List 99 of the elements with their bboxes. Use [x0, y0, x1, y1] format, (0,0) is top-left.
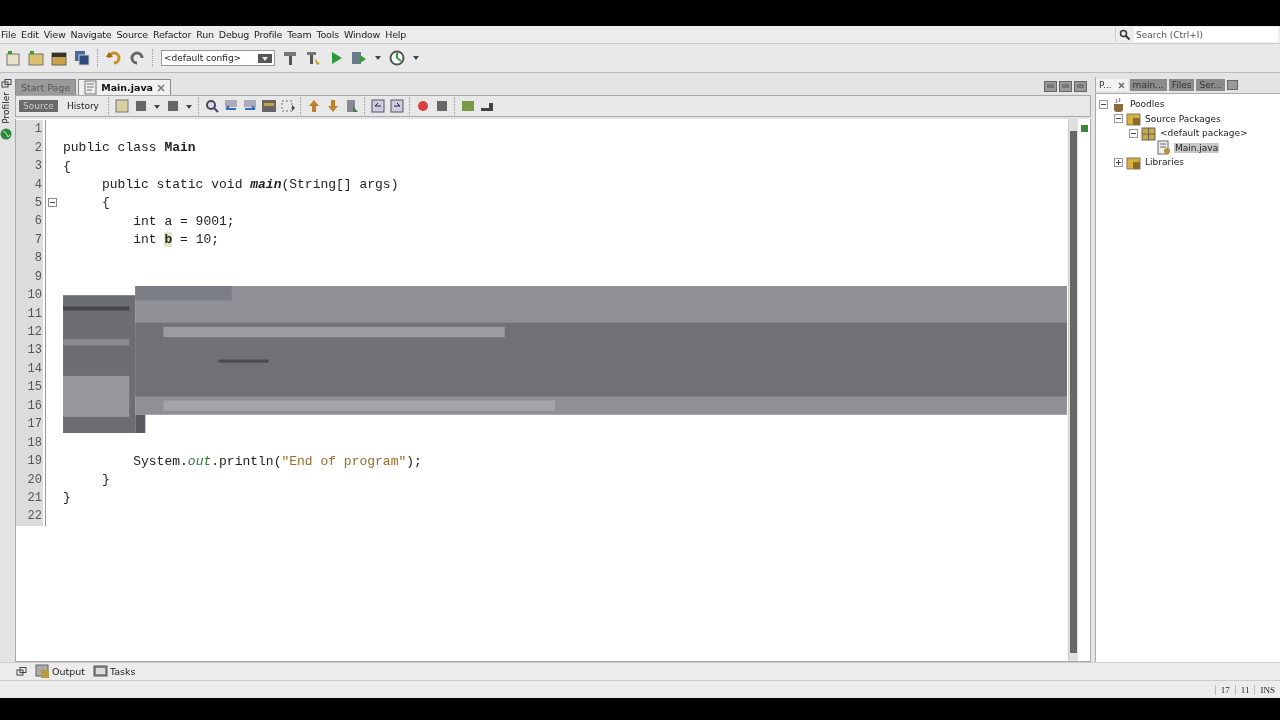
- collapse-icon[interactable]: [1129, 128, 1138, 138]
- collapse-icon[interactable]: [1114, 114, 1123, 124]
- menu-item[interactable]: Run: [196, 29, 214, 40]
- up-arrow-icon[interactable]: [306, 99, 321, 113]
- menu-item[interactable]: Source: [116, 29, 148, 40]
- panel-tab[interactable]: Ser...: [1196, 79, 1226, 91]
- shift-right-icon[interactable]: [389, 99, 404, 113]
- panel-tab[interactable]: P...: [1096, 79, 1128, 91]
- tree-item[interactable]: Source Packages: [1144, 113, 1222, 124]
- arrow-right-icon[interactable]: [242, 99, 257, 113]
- line-number: 13: [16, 341, 43, 360]
- panel-tab[interactable]: main...: [1129, 79, 1167, 91]
- line-number: 2: [16, 138, 43, 157]
- tree-item[interactable]: Libraries: [1144, 157, 1185, 168]
- code-editor[interactable]: 1 2 public class Main 3 { 4 public static void main(String[] args) 5 { 6 int a = 9001; 7 int b = 10; 8 9 10 11 12 13 14 15 16 17 18 19 System.out.println("End of program"); 20 } 21 } 22: [15, 119, 1091, 662]
- scrollbar[interactable]: [1068, 119, 1078, 661]
- editor-tab[interactable]: Main.java: [78, 79, 171, 95]
- menu-item[interactable]: File: [1, 29, 17, 40]
- rectangle-icon[interactable]: [280, 99, 295, 113]
- bottom-tab[interactable]: Tasks: [93, 664, 136, 679]
- java-file-icon: [1156, 140, 1171, 156]
- code-line: int b = 10;: [132, 232, 220, 248]
- square-icon[interactable]: [165, 99, 180, 113]
- menu-item[interactable]: Debug: [218, 29, 250, 40]
- folder-icon[interactable]: [51, 50, 67, 66]
- shift-left-icon[interactable]: [370, 99, 385, 113]
- search-icon[interactable]: [1119, 28, 1131, 41]
- tasks-icon: [93, 664, 108, 679]
- menu-item[interactable]: Edit: [21, 29, 39, 40]
- down-arrow-icon[interactable]: [325, 99, 340, 113]
- menu-item[interactable]: View: [43, 29, 66, 40]
- menu-item[interactable]: Help: [385, 29, 407, 40]
- close-icon[interactable]: [157, 83, 165, 92]
- record-icon[interactable]: [415, 99, 430, 113]
- clock-icon[interactable]: [389, 50, 405, 66]
- tree-item[interactable]: Main.java: [1174, 142, 1220, 153]
- broom-hammer-icon[interactable]: [305, 50, 321, 66]
- menu-item[interactable]: Tools: [316, 29, 339, 40]
- line-number: 6: [16, 212, 43, 231]
- line-number: 20: [16, 470, 43, 489]
- new-project-icon[interactable]: [28, 50, 44, 66]
- line-number: 11: [16, 304, 43, 323]
- close-icon[interactable]: [1117, 81, 1125, 89]
- folder-icon: [1126, 111, 1141, 127]
- collapse-icon[interactable]: [48, 198, 57, 208]
- config-dropdown[interactable]: <default config>: [161, 50, 275, 66]
- line-number: 18: [16, 433, 43, 452]
- code-line: {: [101, 195, 110, 211]
- line-number: 4: [16, 175, 43, 194]
- stop-icon[interactable]: [434, 99, 449, 113]
- package-icon: [1141, 125, 1156, 141]
- code-line: int a = 9001;: [132, 213, 235, 229]
- line-number: 8: [16, 249, 43, 268]
- view-tab[interactable]: Source: [19, 100, 58, 112]
- square-icon[interactable]: [133, 99, 148, 113]
- line-number: 1: [16, 120, 43, 139]
- folder-icon: [1126, 154, 1141, 170]
- panel-tab[interactable]: Files: [1168, 79, 1195, 91]
- status-ok-icon: [1080, 125, 1088, 132]
- search-field[interactable]: Search (Ctrl+I): [1134, 27, 1278, 42]
- tree-item[interactable]: Poodles: [1129, 99, 1166, 110]
- menu-item[interactable]: Refactor: [152, 29, 192, 40]
- view-tab[interactable]: History: [62, 100, 103, 112]
- save-icon[interactable]: [74, 50, 90, 66]
- tree-item[interactable]: <default package>: [1159, 128, 1249, 139]
- arrow-left-icon[interactable]: [223, 99, 238, 113]
- insert-mode-status: INS: [1254, 684, 1280, 695]
- code-line: }: [63, 490, 71, 506]
- menu-item[interactable]: Window: [343, 29, 381, 40]
- console-icon: [35, 664, 50, 679]
- globe-icon[interactable]: [0, 127, 12, 140]
- code-line: public class Main: [63, 140, 196, 156]
- menu-item[interactable]: Profile: [254, 29, 283, 40]
- menu-item[interactable]: Team: [287, 29, 312, 40]
- code-line: System.out.println("End of program");: [132, 453, 422, 469]
- side-tab[interactable]: Profiler: [1, 92, 11, 124]
- find-icon[interactable]: [204, 99, 219, 113]
- code-line: public static void main(String[] args): [101, 177, 399, 193]
- new-file-icon[interactable]: [5, 50, 21, 66]
- collapse-icon[interactable]: [1099, 99, 1108, 109]
- debug-icon[interactable]: [351, 50, 367, 66]
- hammer-icon[interactable]: [282, 50, 298, 66]
- line-number: 15: [16, 378, 43, 397]
- coffee-cup-icon: [1111, 96, 1126, 112]
- code-line: }: [101, 472, 110, 488]
- redo-icon[interactable]: [129, 50, 145, 66]
- restore-icon[interactable]: [0, 79, 12, 88]
- line-number: 22: [16, 507, 43, 526]
- line-number-status: 17: [1214, 684, 1235, 695]
- highlight-icon[interactable]: [261, 99, 276, 113]
- restore-icon[interactable]: [16, 667, 27, 676]
- undo-icon[interactable]: [106, 50, 122, 66]
- column-number-status: 11: [1234, 684, 1255, 695]
- menu-item[interactable]: Navigate: [70, 29, 112, 40]
- code-line: {: [63, 158, 71, 174]
- expand-icon[interactable]: [1114, 157, 1123, 167]
- line-number: 17: [16, 415, 43, 434]
- bottom-tab[interactable]: Output: [35, 664, 85, 679]
- minimize-icon[interactable]: [1227, 80, 1239, 90]
